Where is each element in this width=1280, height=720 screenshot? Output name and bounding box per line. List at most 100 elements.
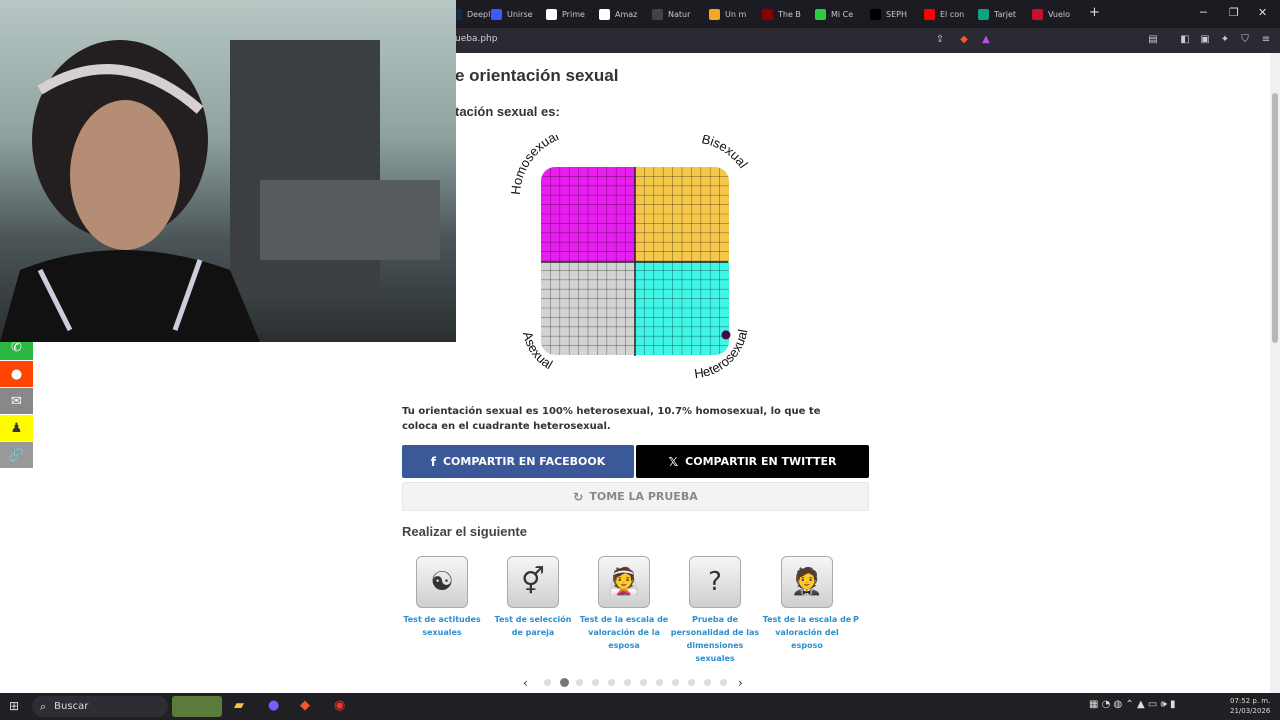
browser-tab[interactable]: Prime	[546, 4, 594, 24]
tab-favicon-icon	[924, 8, 935, 20]
browser-tab[interactable]: Mi Ce	[815, 4, 863, 24]
windows-taskbar: ⊞ ⌕ Buscar ▰ ● ◆ ◉ ▦ ◔ ◍ ⌃ ▲ ▭ 🕪 ▮ 07:52…	[0, 693, 1280, 720]
share-facebook-label: COMPARTIR EN FACEBOOK	[442, 455, 606, 468]
page-scrollbar[interactable]	[1270, 53, 1280, 693]
tab-favicon-icon	[1032, 8, 1043, 20]
carousel-dot[interactable]	[688, 679, 695, 686]
tray-icons[interactable]: ▦ ◔ ◍ ⌃ ▲ ▭ 🕪 ▮	[1089, 699, 1175, 710]
tab-label: SEPH	[886, 9, 907, 19]
retake-test-button[interactable]: ↻ TOME LA PRUEBA	[402, 482, 869, 511]
gender-symbols-icon[interactable]: ⚥	[507, 556, 559, 608]
reader-mode-icon[interactable]: ▤	[1147, 34, 1159, 46]
result-point	[721, 330, 731, 340]
link-icon[interactable]: 🔗	[0, 442, 33, 468]
reddit-icon[interactable]: ●	[0, 361, 33, 387]
next-test-label[interactable]: Test de selección de pareja	[488, 613, 578, 639]
yin-yang-icon[interactable]: ☯	[416, 556, 468, 608]
brave-rewards-icon[interactable]: ▲	[980, 34, 992, 46]
tab-label: Un m	[725, 9, 747, 19]
question-mark-icon[interactable]: ?	[689, 556, 741, 608]
carousel-dot[interactable]	[656, 679, 663, 686]
tab-label: Unirse	[507, 9, 533, 19]
next-test-label[interactable]: Test de la escala de valoración del espo…	[762, 613, 852, 652]
snapchat-icon[interactable]: ♟	[0, 415, 33, 441]
tab-label: Amaz	[615, 9, 638, 19]
close-window-button[interactable]: ✕	[1258, 6, 1267, 19]
discord-app-icon[interactable]: ●	[268, 698, 279, 713]
sidebar-icon[interactable]: ◧	[1179, 34, 1191, 46]
carousel-dot[interactable]	[560, 678, 569, 687]
widgets-button[interactable]	[172, 696, 222, 717]
orientation-quadrant-chart: Homosexual Bisexual Asexual Heterosexual	[508, 135, 751, 381]
restore-button[interactable]: ❐	[1229, 6, 1239, 19]
menu-icon[interactable]: ≡	[1260, 34, 1272, 46]
file-explorer-icon[interactable]: ▰	[234, 698, 244, 713]
tab-favicon-icon	[652, 8, 663, 20]
browser-tab[interactable]: SEPH	[870, 4, 918, 24]
next-test-label[interactable]: Test de la escala de valoración de la es…	[579, 613, 669, 652]
carousel-dot[interactable]	[576, 679, 583, 686]
groom-icon[interactable]: 🤵	[781, 556, 833, 608]
carousel-dot[interactable]	[672, 679, 679, 686]
next-test-label[interactable]: P	[853, 613, 873, 626]
browser-tab[interactable]: El con	[924, 4, 972, 24]
obs-app-icon[interactable]: ◉	[334, 698, 345, 713]
browser-tab[interactable]: Natur	[652, 4, 700, 24]
carousel-dot[interactable]	[624, 679, 631, 686]
share-twitter-button[interactable]: 𝕏 COMPARTIR EN TWITTER	[636, 445, 869, 478]
carousel-dot[interactable]	[720, 679, 727, 686]
carousel-dot[interactable]	[592, 679, 599, 686]
next-test-card[interactable]: ⚥ Test de selección de pareja	[488, 556, 578, 639]
extensions-icon[interactable]: ✦	[1219, 34, 1231, 46]
new-tab-button[interactable]: +	[1089, 5, 1100, 20]
tab-label: Prime	[562, 9, 585, 19]
browser-tab[interactable]: Vuelo	[1032, 4, 1080, 24]
carousel-prev-arrow[interactable]: ‹	[523, 676, 528, 690]
page-title: e orientación sexual	[455, 66, 619, 85]
carousel-dot[interactable]	[544, 679, 551, 686]
browser-tab[interactable]: Amaz	[599, 4, 647, 24]
share-facebook-button[interactable]: f COMPARTIR EN FACEBOOK	[402, 445, 634, 478]
minimize-button[interactable]: ─	[1200, 6, 1207, 19]
vpn-icon[interactable]: ⛉	[1239, 34, 1251, 46]
tab-label: Mi Ce	[831, 9, 854, 19]
tab-label: Vuelo	[1048, 9, 1071, 19]
refresh-icon: ↻	[573, 489, 584, 504]
next-test-card[interactable]: ? Prueba de personalidad de las dimension…	[670, 556, 760, 665]
url-field[interactable]: ueba.php	[455, 34, 497, 44]
scrollbar-thumb[interactable]	[1272, 93, 1278, 343]
next-test-label[interactable]: Prueba de personalidad de las dimensione…	[670, 613, 760, 665]
tab-favicon-icon	[709, 8, 720, 20]
brave-shields-icon[interactable]: ◆	[958, 34, 970, 46]
browser-tab[interactable]: Un m	[709, 4, 757, 24]
tab-label: The B	[778, 9, 801, 19]
brave-app-icon[interactable]: ◆	[300, 698, 310, 713]
carousel-dot[interactable]	[704, 679, 711, 686]
browser-tab[interactable]: Tarjet	[978, 4, 1026, 24]
carousel-dot[interactable]	[608, 679, 615, 686]
bride-icon[interactable]: 👰	[598, 556, 650, 608]
tab-favicon-icon	[546, 8, 557, 20]
next-test-card[interactable]: 🤵 Test de la escala de valoración del esp…	[762, 556, 852, 652]
windows-start-icon[interactable]: ⊞	[9, 699, 19, 713]
next-test-card[interactable]: ☯ Test de actitudes sexuales	[397, 556, 487, 639]
email-icon[interactable]: ✉	[0, 388, 33, 414]
carousel-next-arrow[interactable]: ›	[738, 676, 743, 690]
tab-label: Natur	[668, 9, 691, 19]
wallet-icon[interactable]: ▣	[1199, 34, 1211, 46]
share-icon[interactable]: ⇪	[934, 34, 946, 46]
next-test-card[interactable]: P	[853, 556, 873, 626]
result-subtitle: tación sexual es:	[455, 104, 560, 119]
next-test-label[interactable]: Test de actitudes sexuales	[397, 613, 487, 639]
x-logo-icon: 𝕏	[668, 454, 679, 469]
tab-favicon-icon	[978, 8, 989, 20]
next-test-card[interactable]: 👰 Test de la escala de valoración de la e…	[579, 556, 669, 652]
taskbar-clock[interactable]: 07:52 p. m. 21/03/2026	[1230, 696, 1270, 716]
browser-tab[interactable]: The B	[762, 4, 810, 24]
browser-tab[interactable]: Unirse	[491, 4, 539, 24]
clock-time: 07:52 p. m.	[1230, 697, 1271, 705]
taskbar-search[interactable]: ⌕ Buscar	[32, 696, 168, 717]
tab-favicon-icon	[815, 8, 826, 20]
webcam-overlay	[0, 0, 456, 342]
carousel-dot[interactable]	[640, 679, 647, 686]
